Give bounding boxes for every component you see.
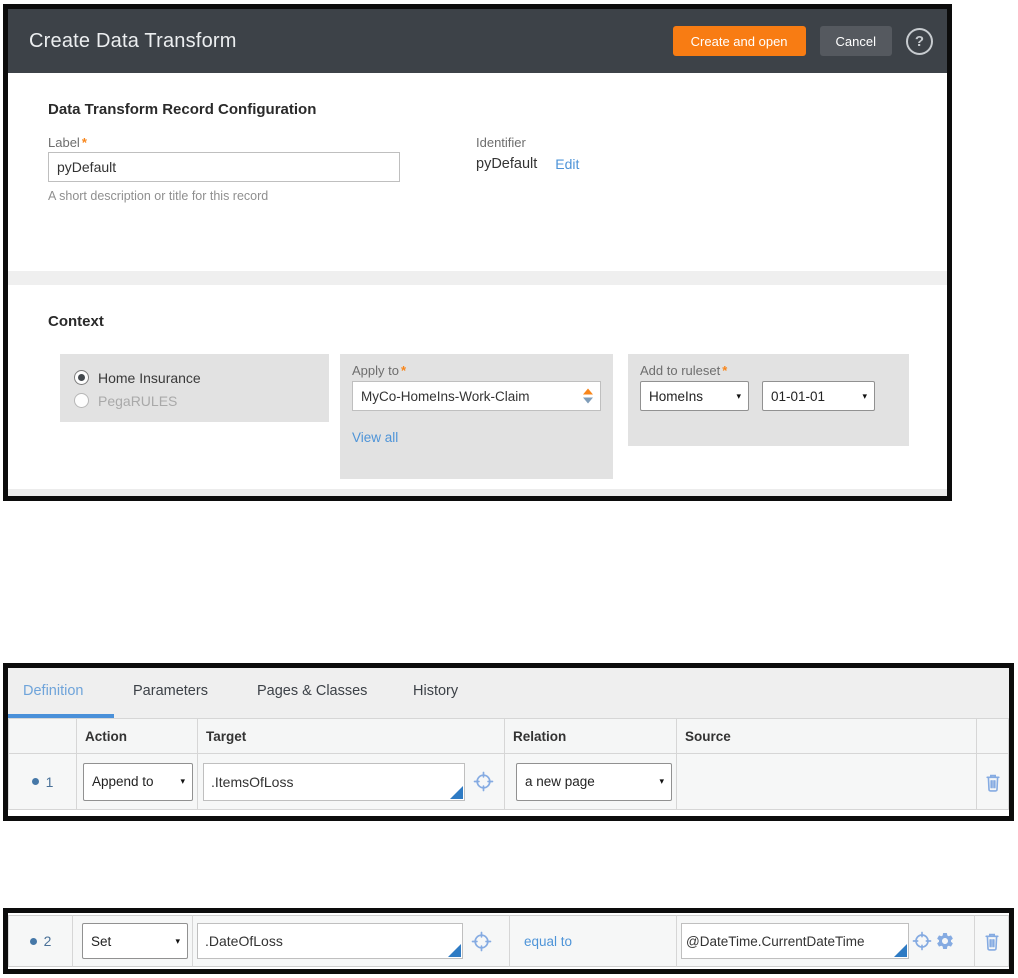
target-picker-crosshair-icon[interactable] <box>473 771 494 792</box>
target-picker-crosshair-icon[interactable] <box>471 931 492 952</box>
ruleset-select-row: HomeIns ▾ 01-01-01 ▾ <box>640 381 875 411</box>
target-cell <box>193 915 510 967</box>
combobox-spinner[interactable] <box>583 388 593 404</box>
source-input[interactable] <box>682 924 908 958</box>
tab-parameters[interactable]: Parameters <box>133 683 208 699</box>
delete-cell <box>977 754 1009 810</box>
required-asterisk: * <box>81 135 87 150</box>
column-header-source: Source <box>677 718 977 754</box>
autocomplete-corner-icon <box>448 944 461 957</box>
target-cell <box>198 754 505 810</box>
column-header-relation: Relation <box>505 718 677 754</box>
dialog-header: Create Data Transform Create and open Ca… <box>8 9 947 73</box>
tab-history[interactable]: History <box>413 683 458 699</box>
screen: Create Data Transform Create and open Ca… <box>0 0 1018 978</box>
radio-selected-icon <box>74 370 89 385</box>
rule-form-panel: Definition Parameters Pages & Classes Hi… <box>3 663 1014 821</box>
context-radio-group: Home Insurance PegaRULES <box>60 354 329 422</box>
label-helper-text: A short description or title for this re… <box>48 189 269 203</box>
active-tab-underline <box>8 714 114 718</box>
required-asterisk: * <box>722 363 728 378</box>
identifier-value: pyDefault <box>476 156 538 172</box>
relation-cell: a new page ▾ <box>505 754 677 810</box>
apply-to-group: Apply to* View all <box>340 354 613 479</box>
gear-icon[interactable] <box>935 931 955 951</box>
radio-unselected-icon <box>74 393 89 408</box>
identifier-edit-link[interactable]: Edit <box>555 156 579 172</box>
column-header-delete <box>977 718 1009 754</box>
source-picker-crosshair-icon[interactable] <box>912 931 932 951</box>
row-number-cell: 2 <box>8 915 73 967</box>
help-glyph: ? <box>914 32 925 50</box>
label-field-label: Label * <box>48 135 87 150</box>
unsaved-change-bullet-icon <box>31 778 39 785</box>
cancel-button[interactable]: Cancel <box>819 26 892 56</box>
trash-icon[interactable] <box>980 929 1004 953</box>
spinner-down-icon[interactable] <box>583 397 593 404</box>
action-cell: Append to ▾ <box>77 754 198 810</box>
dialog-actions: Create and open Cancel ? <box>672 26 933 56</box>
apply-to-input[interactable] <box>353 382 600 410</box>
step-row-2: 2 Set ▾ equal to <box>8 915 1009 967</box>
row-number-cell: 1 <box>8 754 77 810</box>
autocomplete-corner-icon <box>450 785 463 799</box>
label-input[interactable] <box>48 152 400 182</box>
create-and-open-button[interactable]: Create and open <box>672 26 806 56</box>
dropdown-caret-icon: ▾ <box>862 390 867 401</box>
unsaved-change-bullet-icon <box>29 937 37 945</box>
step-row-panel: 2 Set ▾ equal to <box>3 908 1014 974</box>
dropdown-caret-icon: ▾ <box>659 776 664 786</box>
column-header-rownum <box>8 718 77 754</box>
column-header-action: Action <box>77 718 198 754</box>
delete-cell <box>975 915 1009 967</box>
action-select[interactable]: Set ▾ <box>82 923 188 959</box>
source-cell <box>677 915 975 967</box>
apply-to-combobox[interactable] <box>352 381 601 411</box>
tab-pages-classes[interactable]: Pages & Classes <box>257 683 367 699</box>
target-input[interactable] <box>204 763 464 800</box>
help-icon[interactable]: ? <box>906 27 933 55</box>
add-to-ruleset-label: Add to ruleset * <box>640 363 728 378</box>
create-data-transform-dialog: Create Data Transform Create and open Ca… <box>3 4 952 501</box>
dialog-body: Data Transform Record Configuration Labe… <box>8 73 947 496</box>
relation-select[interactable]: a new page ▾ <box>516 762 672 801</box>
relation-cell: equal to <box>510 915 677 967</box>
column-header-target: Target <box>198 718 505 754</box>
dialog-footer-strip <box>8 489 947 496</box>
radio-option-home-insurance[interactable]: Home Insurance <box>74 366 315 389</box>
source-cell <box>677 754 977 810</box>
dialog-title: Create Data Transform <box>29 29 237 52</box>
action-select[interactable]: Append to ▾ <box>83 762 193 801</box>
target-input[interactable] <box>198 924 462 958</box>
action-cell: Set ▾ <box>73 915 193 967</box>
tab-bar: Definition Parameters Pages & Classes Hi… <box>8 668 1009 718</box>
identifier-label: Identifier <box>476 135 526 150</box>
identifier-row: pyDefault Edit <box>476 156 579 172</box>
dropdown-caret-icon: ▾ <box>736 390 741 401</box>
ruleset-version-select[interactable]: 01-01-01 ▾ <box>762 381 875 411</box>
autocomplete-corner-icon <box>894 944 907 957</box>
steps-table: Action Target Relation Source 1 Append t… <box>8 718 1009 810</box>
ruleset-select[interactable]: HomeIns ▾ <box>640 381 749 411</box>
view-all-link[interactable]: View all <box>352 430 398 445</box>
trash-icon[interactable] <box>981 770 1005 794</box>
dropdown-caret-icon: ▾ <box>180 776 185 786</box>
record-config-heading: Data Transform Record Configuration <box>48 101 317 118</box>
relation-link[interactable]: equal to <box>524 934 572 949</box>
add-to-ruleset-group: Add to ruleset * HomeIns ▾ 01-01-01 ▾ <box>628 354 909 446</box>
radio-option-pegarules: PegaRULES <box>74 389 315 412</box>
spinner-up-icon[interactable] <box>583 388 593 395</box>
section-divider <box>8 271 947 285</box>
row-number: 2 <box>43 933 52 949</box>
row-number: 1 <box>45 773 54 790</box>
context-heading: Context <box>48 313 104 330</box>
dropdown-caret-icon: ▾ <box>175 935 180 946</box>
tab-definition[interactable]: Definition <box>23 683 83 699</box>
required-asterisk: * <box>400 363 407 378</box>
apply-to-label: Apply to * <box>352 363 407 378</box>
